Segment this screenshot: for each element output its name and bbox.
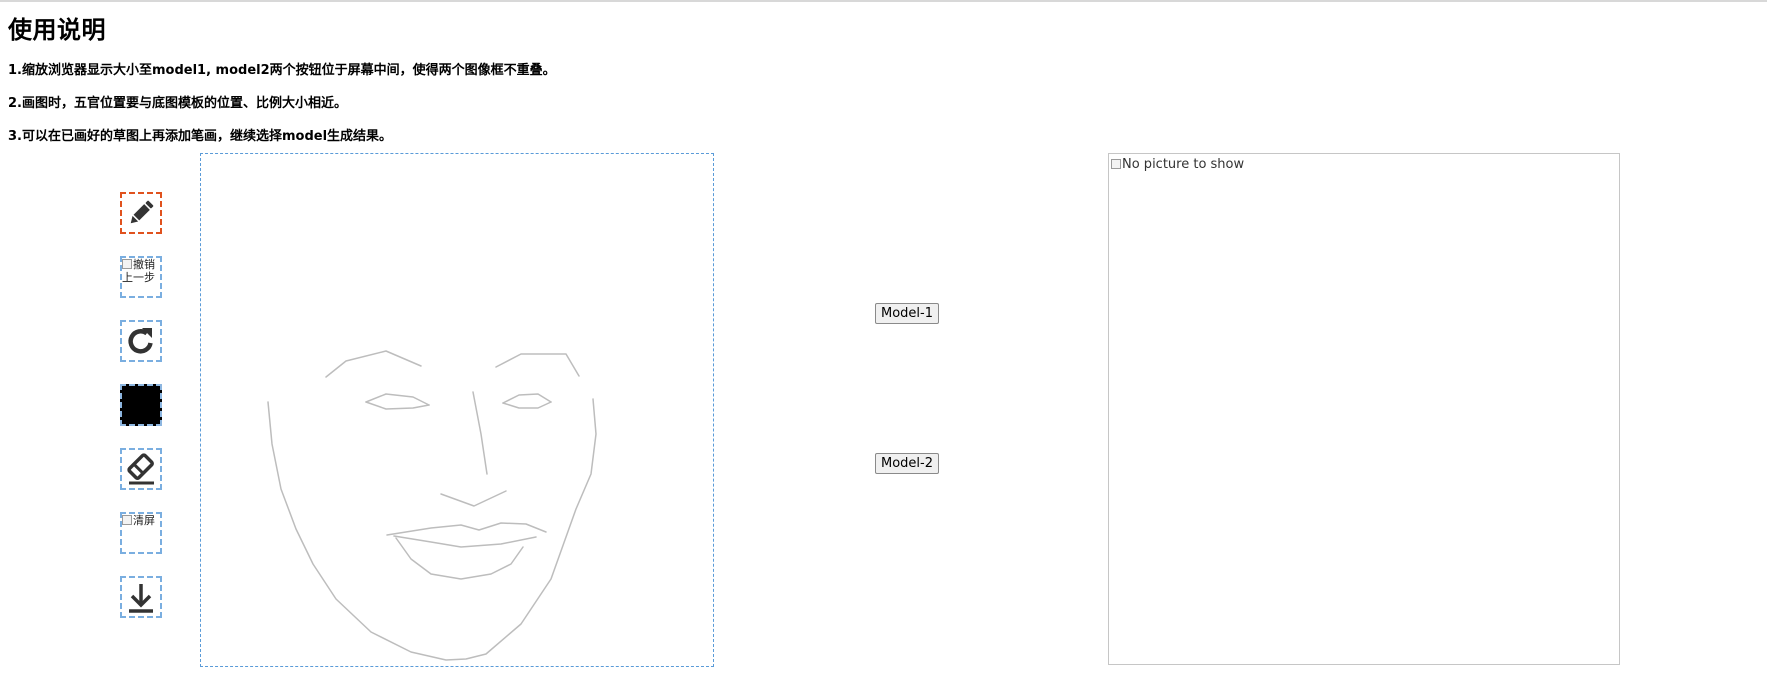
clear-button[interactable]: 清屏 <box>120 512 162 554</box>
instruction-3: 3.可以在已画好的草图上再添加笔画，继续选择model生成结果。 <box>8 129 393 144</box>
right-eye-upper <box>502 393 552 404</box>
broken-image-icon <box>122 515 132 525</box>
face-sketch <box>267 350 597 661</box>
broken-image-icon <box>1111 159 1121 169</box>
undo-button[interactable]: 撤销上一步 <box>120 256 162 298</box>
lip-line <box>393 535 537 548</box>
color-picker-swatch[interactable] <box>120 384 162 426</box>
left-eyebrow <box>325 350 422 378</box>
pencil-icon <box>130 200 154 224</box>
download-icon <box>129 584 153 613</box>
instructions-title: 使用说明 <box>8 16 106 44</box>
left-eye-upper <box>365 393 430 406</box>
clear-image: 清屏 <box>122 514 160 552</box>
left-eye-lower <box>365 401 430 410</box>
instruction-1: 1.缩放浏览器显示大小至model1, model2两个按钮位于屏幕中间，使得两… <box>8 63 556 78</box>
right-eye-lower <box>502 401 552 409</box>
eraser-icon <box>127 453 154 485</box>
result-image: No picture to show <box>1111 157 1244 172</box>
broken-image-icon <box>122 259 132 269</box>
download-button[interactable] <box>120 576 162 618</box>
top-rule <box>0 0 1767 2</box>
model-1-button[interactable]: Model-1 <box>875 303 939 324</box>
eraser-tool-button[interactable] <box>120 448 162 490</box>
instruction-2: 2.画图时，五官位置要与底图模板的位置、比例大小相近。 <box>8 96 347 111</box>
clear-alt-text: 清屏 <box>133 514 155 527</box>
redo-icon <box>128 328 153 354</box>
nose-base <box>440 490 507 507</box>
undo-image: 撤销上一步 <box>122 258 160 296</box>
nose-bridge <box>472 391 488 475</box>
model-2-button[interactable]: Model-2 <box>875 453 939 474</box>
right-eyebrow <box>495 353 580 377</box>
result-image-frame: No picture to show <box>1108 153 1620 665</box>
result-alt-text: No picture to show <box>1122 157 1245 172</box>
redo-button[interactable] <box>120 320 162 362</box>
upper-lip <box>386 522 547 536</box>
pencil-tool-button[interactable] <box>120 192 162 234</box>
face-contour <box>267 398 597 661</box>
sketch-canvas[interactable] <box>200 153 714 667</box>
